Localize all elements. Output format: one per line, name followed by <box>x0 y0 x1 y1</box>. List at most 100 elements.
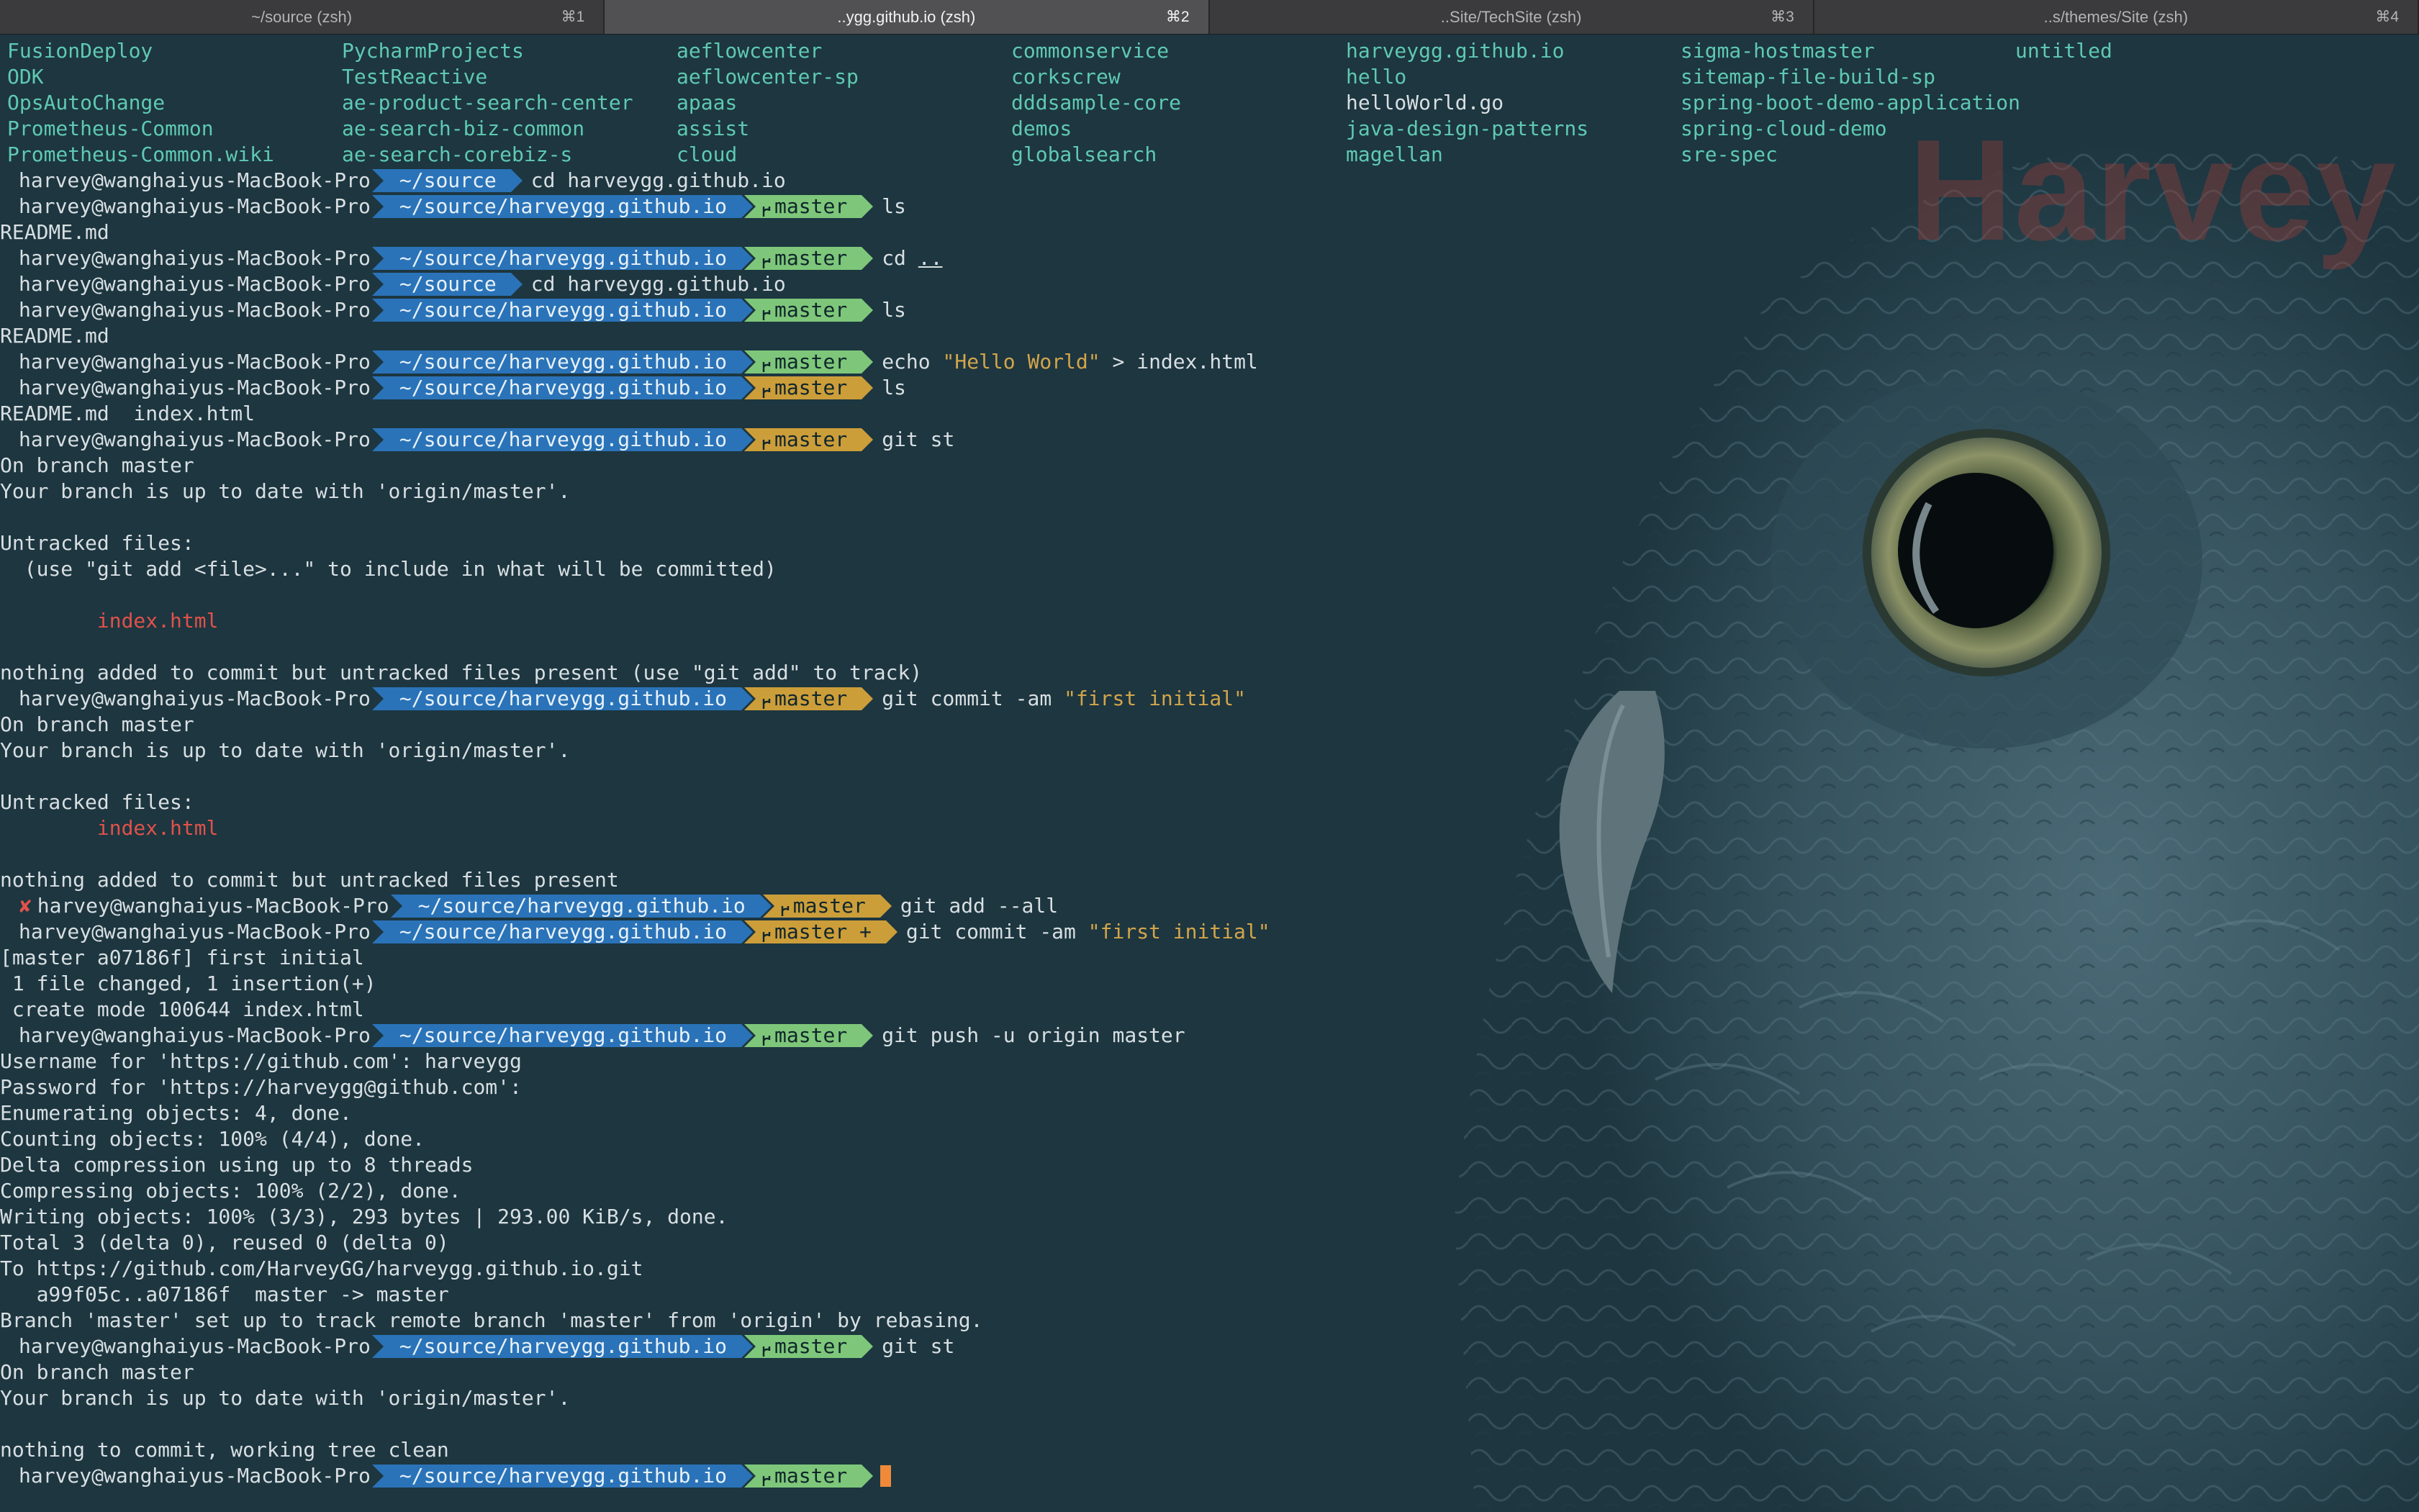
text-cursor[interactable] <box>880 1465 892 1487</box>
output-text: On branch master <box>0 453 194 477</box>
git-branch-segment: master <box>744 194 874 218</box>
ls-entry: apaas <box>677 91 738 114</box>
ls-entry: helloWorld.go <box>1346 91 1504 114</box>
output-text: Writing objects: 100% (3/3), 293 bytes |… <box>0 1205 728 1228</box>
terminal-lines: harvey@wanghaiyus-MacBook-Pro ~/source cd … <box>0 168 2350 1489</box>
output-line: Counting objects: 100% (4/4), done. <box>0 1126 2350 1152</box>
prompt-path: ~/source/harveygg.github.io <box>371 299 754 322</box>
output-text: Password for 'https://harveygg@github.co… <box>0 1075 522 1099</box>
output-line: Your branch is up to date with 'origin/m… <box>0 738 2350 764</box>
output-text: Untracked files: <box>0 531 194 555</box>
prompt-line: harvey@wanghaiyus-MacBook-Pro ~/source/ha… <box>7 375 2350 401</box>
ls-entry: PycharmProjects <box>342 39 524 63</box>
command-part: git commit -am <box>905 920 1088 943</box>
git-branch-label: master <box>774 194 848 218</box>
command-text: echo "Hello World" > index.html <box>882 349 1258 375</box>
tab-4[interactable]: ..s/themes/Site (zsh) ⌘4 <box>1814 0 2419 34</box>
git-branch-icon <box>761 1340 772 1357</box>
tab-title: ~/source (zsh) <box>251 8 353 26</box>
untracked-file: index.html <box>0 609 219 633</box>
ls-entry: spring-cloud-demo <box>1681 117 1887 140</box>
git-branch-segment: master <box>744 1024 874 1047</box>
output-text: Counting objects: 100% (4/4), done. <box>0 1127 425 1151</box>
ls-entry: untitled <box>2015 39 2112 63</box>
output-line: create mode 100644 index.html <box>0 997 2350 1023</box>
prompt-user: harvey@wanghaiyus-MacBook-Pro <box>19 246 371 270</box>
tab-shortcut: ⌘2 <box>1165 9 1190 25</box>
git-branch-label: master <box>774 298 848 322</box>
tab-2[interactable]: ..ygg.github.io (zsh) ⌘2 <box>605 0 1210 34</box>
ls-entry: ODK <box>7 65 44 89</box>
output-text: Total 3 (delta 0), reused 0 (delta 0) <box>0 1231 449 1254</box>
output-text: Enumerating objects: 4, done. <box>0 1101 352 1125</box>
tab-bar: ~/source (zsh) ⌘1 ..ygg.github.io (zsh) … <box>0 0 2419 35</box>
prompt-path: ~/source/harveygg.github.io <box>371 1465 754 1488</box>
tab-title: ..ygg.github.io (zsh) <box>837 8 976 26</box>
git-branch-segment: master <box>762 895 892 918</box>
prompt-user: harvey@wanghaiyus-MacBook-Pro <box>19 687 371 710</box>
git-branch-icon <box>761 200 772 217</box>
prompt-line: harvey@wanghaiyus-MacBook-Pro ~/source/ha… <box>7 349 2350 375</box>
command-string: "first initial" <box>1088 920 1270 943</box>
ls-row: Prometheus-Common ae-search-biz-common ass… <box>7 116 2350 142</box>
ls-entry: java-design-patterns <box>1346 117 1589 140</box>
output-line: Enumerating objects: 4, done. <box>0 1100 2350 1126</box>
output-line: Untracked files: <box>0 789 2350 815</box>
tab-shortcut: ⌘4 <box>2375 9 2399 25</box>
command-part: git commit -am <box>882 687 1064 710</box>
output-text: nothing added to commit but untracked fi… <box>0 661 923 684</box>
output-line: Password for 'https://harveygg@github.co… <box>0 1074 2350 1100</box>
prompt-user: harvey@wanghaiyus-MacBook-Pro <box>19 1464 371 1488</box>
command-part: > index.html <box>1100 350 1258 374</box>
prompt-user: harvey@wanghaiyus-MacBook-Pro <box>19 376 371 399</box>
tab-3[interactable]: ..Site/TechSite (zsh) ⌘3 <box>1209 0 1814 34</box>
output-line: On branch master <box>0 712 2350 738</box>
output-text: Your branch is up to date with 'origin/m… <box>0 479 571 503</box>
git-branch-icon <box>761 381 772 398</box>
command-string: "Hello World" <box>942 350 1100 374</box>
ls-entry: magellan <box>1346 142 1443 166</box>
output-line: (use "git add <file>..." to include in w… <box>0 556 2350 582</box>
ls-entry: Prometheus-Common.wiki <box>7 142 274 166</box>
ls-entry: commonservice <box>1011 39 1170 63</box>
ls-entry: cloud <box>677 142 738 166</box>
ls-entry: hello <box>1346 65 1407 89</box>
output-line: Branch 'master' set up to track remote b… <box>0 1308 2350 1334</box>
terminal-output[interactable]: FusionDeploy PycharmProjects aeflowcenter c… <box>0 38 2350 1489</box>
output-line: To https://github.com/HarveyGG/harveygg.… <box>0 1256 2350 1282</box>
command-text: cd .. <box>882 246 943 270</box>
output-line: Writing objects: 100% (3/3), 293 bytes |… <box>0 1204 2350 1230</box>
output-text: README.md <box>0 220 109 244</box>
output-text: (use "git add <file>..." to include in w… <box>0 557 777 581</box>
git-branch-label: master <box>774 427 848 451</box>
output-line: Delta compression using up to 8 threads <box>0 1152 2350 1178</box>
prompt-line: harvey@wanghaiyus-MacBook-Pro ~/source cd … <box>7 271 2350 297</box>
output-text: 1 file changed, 1 insertion(+) <box>0 972 376 995</box>
terminal-window: Harvey ~/source (zsh) ⌘1 ..ygg.github.io… <box>0 0 2419 1512</box>
tab-1[interactable]: ~/source (zsh) ⌘1 <box>0 0 605 34</box>
command-text: git commit -am "first initial" <box>882 686 1246 712</box>
git-branch-icon <box>761 692 772 709</box>
prompt-line: harvey@wanghaiyus-MacBook-Pro ~/source cd … <box>7 168 2350 194</box>
command-text: cd harveygg.github.io <box>530 272 786 296</box>
prompt-line: harvey@wanghaiyus-MacBook-Pro ~/source/ha… <box>7 427 2350 453</box>
ls-entry: FusionDeploy <box>7 39 153 63</box>
git-branch-segment: master <box>744 427 874 451</box>
output-text: nothing added to commit but untracked fi… <box>0 868 619 892</box>
git-branch-label: master <box>774 1334 848 1358</box>
prompt-user: harvey@wanghaiyus-MacBook-Pro <box>19 1334 371 1358</box>
output-text: To https://github.com/HarveyGG/harveygg.… <box>0 1257 643 1280</box>
command-text: git st <box>882 1334 955 1358</box>
git-branch-label: master <box>774 376 848 399</box>
prompt-line: harvey@wanghaiyus-MacBook-Pro ~/source/ha… <box>7 245 2350 271</box>
prompt-path: ~/source <box>371 169 523 192</box>
command-text: ls <box>882 376 906 399</box>
tab-shortcut: ⌘3 <box>1771 9 1794 25</box>
prompt-user: harvey@wanghaiyus-MacBook-Pro <box>19 194 371 218</box>
prompt-line: harvey@wanghaiyus-MacBook-Pro ~/source/ha… <box>7 297 2350 323</box>
git-branch-label: master + <box>774 920 872 943</box>
